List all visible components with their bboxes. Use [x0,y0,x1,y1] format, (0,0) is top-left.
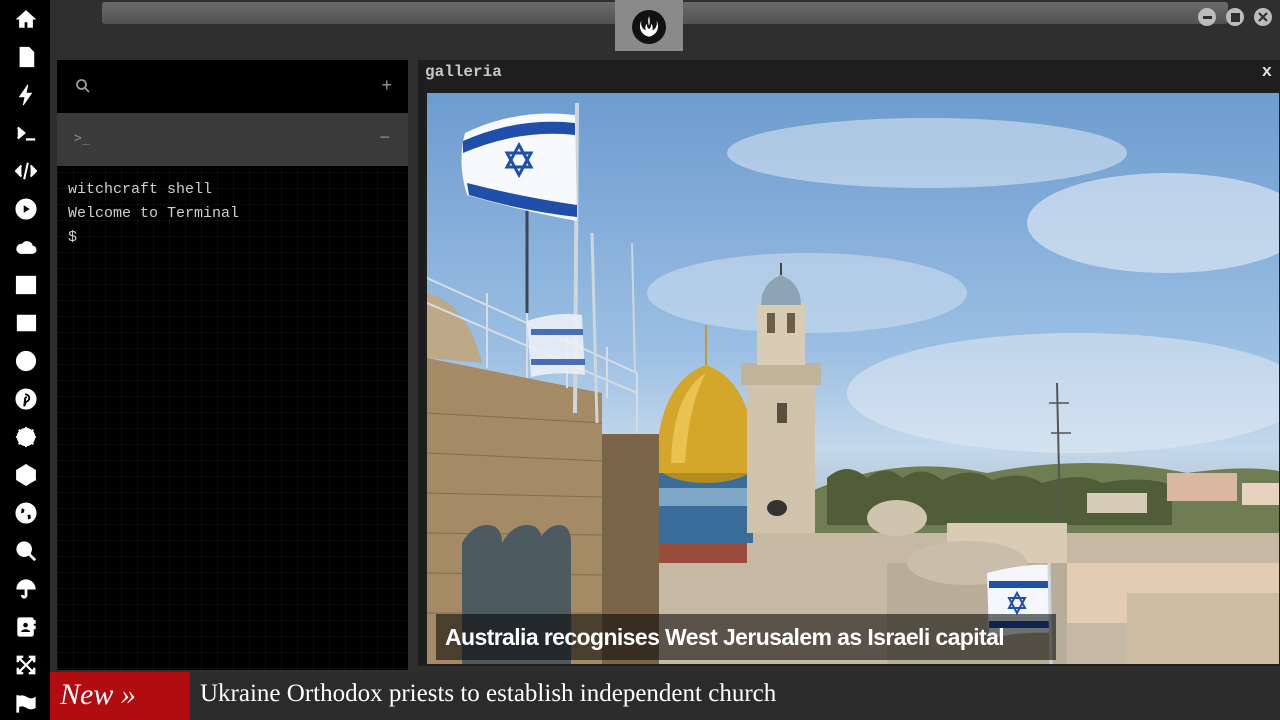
contacts-icon[interactable] [13,614,39,640]
globe-icon[interactable] [13,500,39,526]
code-icon[interactable] [13,158,39,184]
search-icon[interactable] [13,538,39,564]
home-icon[interactable] [13,6,39,32]
sidebar [0,0,50,720]
close-window-button[interactable] [1254,8,1272,26]
rebel-alliance-icon [632,10,666,44]
gallery-photo[interactable]: Australia recognises West Jerusalem as I… [427,93,1279,664]
add-tab-button[interactable]: + [381,75,392,96]
maximize-button[interactable] [1226,8,1244,26]
image-icon[interactable] [13,272,39,298]
helm-icon[interactable] [13,424,39,450]
terminal-panel[interactable]: + >_ − witchcraft shell Welcome to Termi… [57,60,408,670]
collapse-tab-button[interactable]: − [379,127,390,148]
pinterest-icon[interactable] [13,386,39,412]
wordpress-icon[interactable] [13,348,39,374]
gallery-panel: galleria x Australia recognises West Jer… [418,60,1280,666]
terminal-output[interactable]: witchcraft shell Welcome to Terminal $ [68,178,239,250]
flag-icon[interactable] [13,690,39,716]
expand-icon[interactable] [13,652,39,678]
terminal-line: witchcraft shell [68,181,213,198]
terminal-search-bar[interactable]: + [57,60,408,113]
lightning-icon[interactable] [13,82,39,108]
gallery-title: galleria [425,63,502,81]
document-icon[interactable] [13,44,39,70]
terminal-line: Welcome to Terminal [68,205,240,222]
search-icon[interactable] [75,78,91,94]
play-icon[interactable] [13,196,39,222]
ticker-headline[interactable]: Ukraine Orthodox priests to establish in… [200,672,776,720]
gallery-close-button[interactable]: x [1262,63,1272,82]
umbrella-icon[interactable] [13,576,39,602]
minimize-button[interactable] [1198,8,1216,26]
photo-caption: Australia recognises West Jerusalem as I… [436,614,1056,660]
network-icon[interactable] [13,462,39,488]
terminal-icon[interactable] [13,120,39,146]
ticker-badge: New » [50,672,190,720]
prompt-icon: >_ [74,131,90,146]
cloud-icon[interactable] [13,234,39,260]
terminal-prompt[interactable]: $ [68,226,239,250]
terminal-tab[interactable]: >_ − [57,113,408,166]
newspaper-icon[interactable] [13,310,39,336]
news-ticker: New » Ukraine Orthodox priests to establ… [50,672,1280,720]
